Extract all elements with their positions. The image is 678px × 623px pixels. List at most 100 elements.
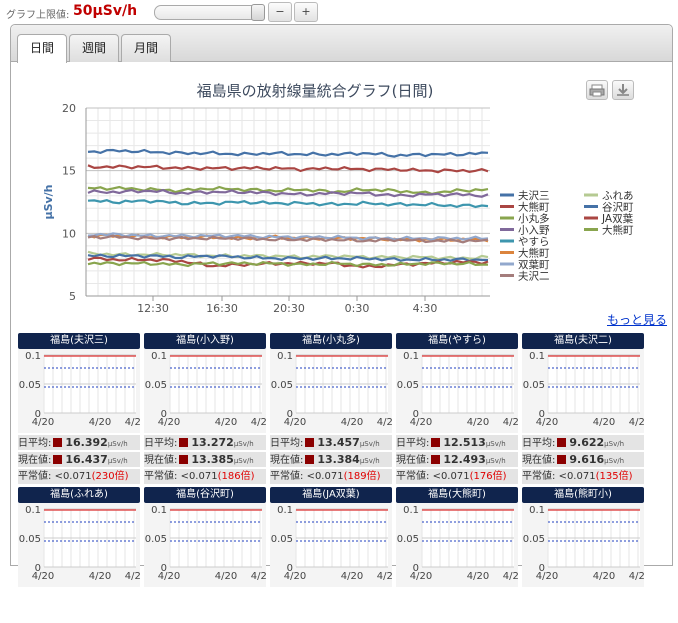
mini-x-tick: 4/20 (341, 571, 363, 582)
mini-y-tick: 0.05 (397, 534, 419, 545)
tab-daily[interactable]: 日間 (17, 34, 67, 63)
mini-y-tick: 0.1 (529, 351, 545, 362)
normal-value-label: 平常値: (144, 471, 181, 482)
status-square (53, 455, 63, 464)
mini-x-tick: 4/20 (410, 417, 432, 428)
mini-chart[interactable]: 福島(JA双葉)0.10.0504/204/204/21 (270, 487, 399, 623)
graph-limit-slider[interactable] (154, 4, 265, 21)
graph-limit-label: グラフ上限値: (6, 10, 70, 21)
mini-y-tick: 0.1 (277, 351, 293, 362)
normal-value-label: 平常値: (522, 471, 559, 482)
mini-chart-plot: 0.10.0504/204/204/21 (270, 349, 399, 433)
status-square (179, 455, 189, 464)
status-square (305, 455, 315, 464)
normal-value: <0.071 (306, 471, 344, 482)
mini-chart-title: 福島(小丸多) (270, 333, 392, 349)
current-value-value: 9.616 (569, 453, 605, 466)
daily-average-label: 日平均: (144, 438, 178, 449)
mini-x-tick: 4/21 (629, 417, 644, 428)
mini-chart[interactable]: 福島(ふれあ)0.10.0504/204/204/21 (18, 487, 147, 623)
mini-chart[interactable]: 福島(やすら)0.10.0504/204/204/21日平均:12.513μSv… (396, 333, 525, 484)
current-value-row: 現在値: 13.385μSv/h (144, 452, 266, 467)
mini-chart[interactable]: 福島(夫沢三)0.10.0504/204/204/21日平均:16.392μSv… (18, 333, 147, 484)
mini-x-tick: 4/20 (215, 417, 237, 428)
normal-value-label: 平常値: (396, 471, 433, 482)
mini-x-tick: 4/20 (89, 417, 111, 428)
mini-x-tick: 4/20 (158, 571, 180, 582)
mini-chart-plot: 0.10.0504/204/204/21 (270, 503, 399, 587)
daily-average-row: 日平均: 13.457μSv/h (270, 435, 392, 450)
normal-value: <0.071 (180, 471, 218, 482)
normal-value-label: 平常値: (270, 471, 307, 482)
mini-x-tick: 4/21 (503, 571, 518, 582)
daily-average-value: 12.513 (443, 436, 486, 449)
mini-x-tick: 4/20 (536, 417, 558, 428)
unit-label: μSv/h (359, 440, 380, 448)
current-value-value: 13.384 (317, 453, 360, 466)
normal-value-row: 平常値: <0.071(176倍) (396, 469, 518, 484)
status-square (431, 455, 441, 464)
mini-y-tick: 0.05 (271, 534, 293, 545)
mini-y-tick: 0.05 (145, 380, 167, 391)
daily-average-label: 日平均: (522, 438, 556, 449)
tab-monthly[interactable]: 月間 (121, 34, 171, 62)
more-link[interactable]: もっと見る (607, 311, 667, 328)
mini-chart[interactable]: 福島(小丸多)0.10.0504/204/204/21日平均:13.457μSv… (270, 333, 399, 484)
daily-average-label: 日平均: (18, 438, 52, 449)
daily-average-row: 日平均: 9.622μSv/h (522, 435, 644, 450)
unit-label: μSv/h (107, 457, 128, 465)
normal-value-row: 平常値: <0.071(189倍) (270, 469, 392, 484)
daily-average-value: 9.622 (569, 436, 605, 449)
mini-chart-title: 福島(ふれあ) (18, 487, 140, 503)
increase-button[interactable]: + (294, 2, 318, 22)
decrease-button[interactable]: − (268, 2, 292, 22)
mini-chart[interactable]: 福島(小入野)0.10.0504/204/204/21日平均:13.272μSv… (144, 333, 273, 484)
slider-handle[interactable] (251, 4, 265, 21)
mini-chart-title: 福島(夫沢三) (18, 333, 140, 349)
mini-x-tick: 4/20 (32, 571, 54, 582)
mini-y-tick: 0.05 (19, 534, 41, 545)
mini-chart-plot: 0.10.0504/204/204/21 (396, 349, 525, 433)
mini-x-tick: 4/20 (215, 571, 237, 582)
mini-y-tick: 0.1 (403, 351, 419, 362)
mini-x-tick: 4/20 (89, 571, 111, 582)
top-toolbar: グラフ上限値: 50μSv/h − + (0, 0, 678, 24)
daily-average-value: 13.272 (191, 436, 234, 449)
mini-x-tick: 4/20 (536, 571, 558, 582)
mini-y-tick: 0.05 (523, 534, 545, 545)
status-square (179, 438, 189, 447)
mini-chart[interactable]: 福島(夫沢二)0.10.0504/204/204/21日平均:9.622μSv/… (522, 333, 651, 484)
mini-chart-title: 福島(谷沢町) (144, 487, 266, 503)
mini-chart[interactable]: 福島(熊町小)0.10.0504/204/204/21 (522, 487, 651, 623)
mini-chart-plot: 0.10.0504/204/204/21 (144, 349, 273, 433)
mini-chart-plot: 0.10.0504/204/204/21 (522, 503, 651, 587)
mini-x-tick: 4/20 (284, 417, 306, 428)
status-square (431, 438, 441, 447)
normal-value: <0.071 (558, 471, 596, 482)
mini-y-tick: 0.05 (271, 380, 293, 391)
main-chart-title: 福島県の放射線量統合グラフ(日間) (196, 82, 434, 100)
mini-y-tick: 0.1 (25, 505, 41, 516)
download-button[interactable] (612, 80, 634, 100)
daily-average-row: 日平均: 16.392μSv/h (18, 435, 140, 450)
mini-chart[interactable]: 福島(谷沢町)0.10.0504/204/204/21 (144, 487, 273, 623)
mini-y-tick: 0.1 (25, 351, 41, 362)
mini-chart[interactable]: 福島(大熊町)0.10.0504/204/204/21 (396, 487, 525, 623)
mini-y-tick: 0.1 (151, 505, 167, 516)
normal-value-row: 平常値: <0.071(135倍) (522, 469, 644, 484)
daily-average-value: 16.392 (65, 436, 108, 449)
current-value-row: 現在値: 13.384μSv/h (270, 452, 392, 467)
mini-x-tick: 4/21 (377, 571, 392, 582)
mini-y-tick: 0.1 (529, 505, 545, 516)
mini-x-tick: 4/21 (503, 417, 518, 428)
ratio-value: (176倍) (469, 471, 507, 482)
tab-weekly[interactable]: 週間 (69, 34, 119, 62)
current-value-value: 16.437 (65, 453, 108, 466)
current-value-label: 現在値: (396, 455, 430, 466)
current-value-row: 現在値: 16.437μSv/h (18, 452, 140, 467)
mini-chart-plot: 0.10.0504/204/204/21 (144, 503, 273, 587)
mini-y-tick: 0.1 (151, 351, 167, 362)
mini-x-tick: 4/21 (251, 417, 266, 428)
unit-label: μSv/h (107, 440, 128, 448)
print-button[interactable] (586, 80, 608, 100)
